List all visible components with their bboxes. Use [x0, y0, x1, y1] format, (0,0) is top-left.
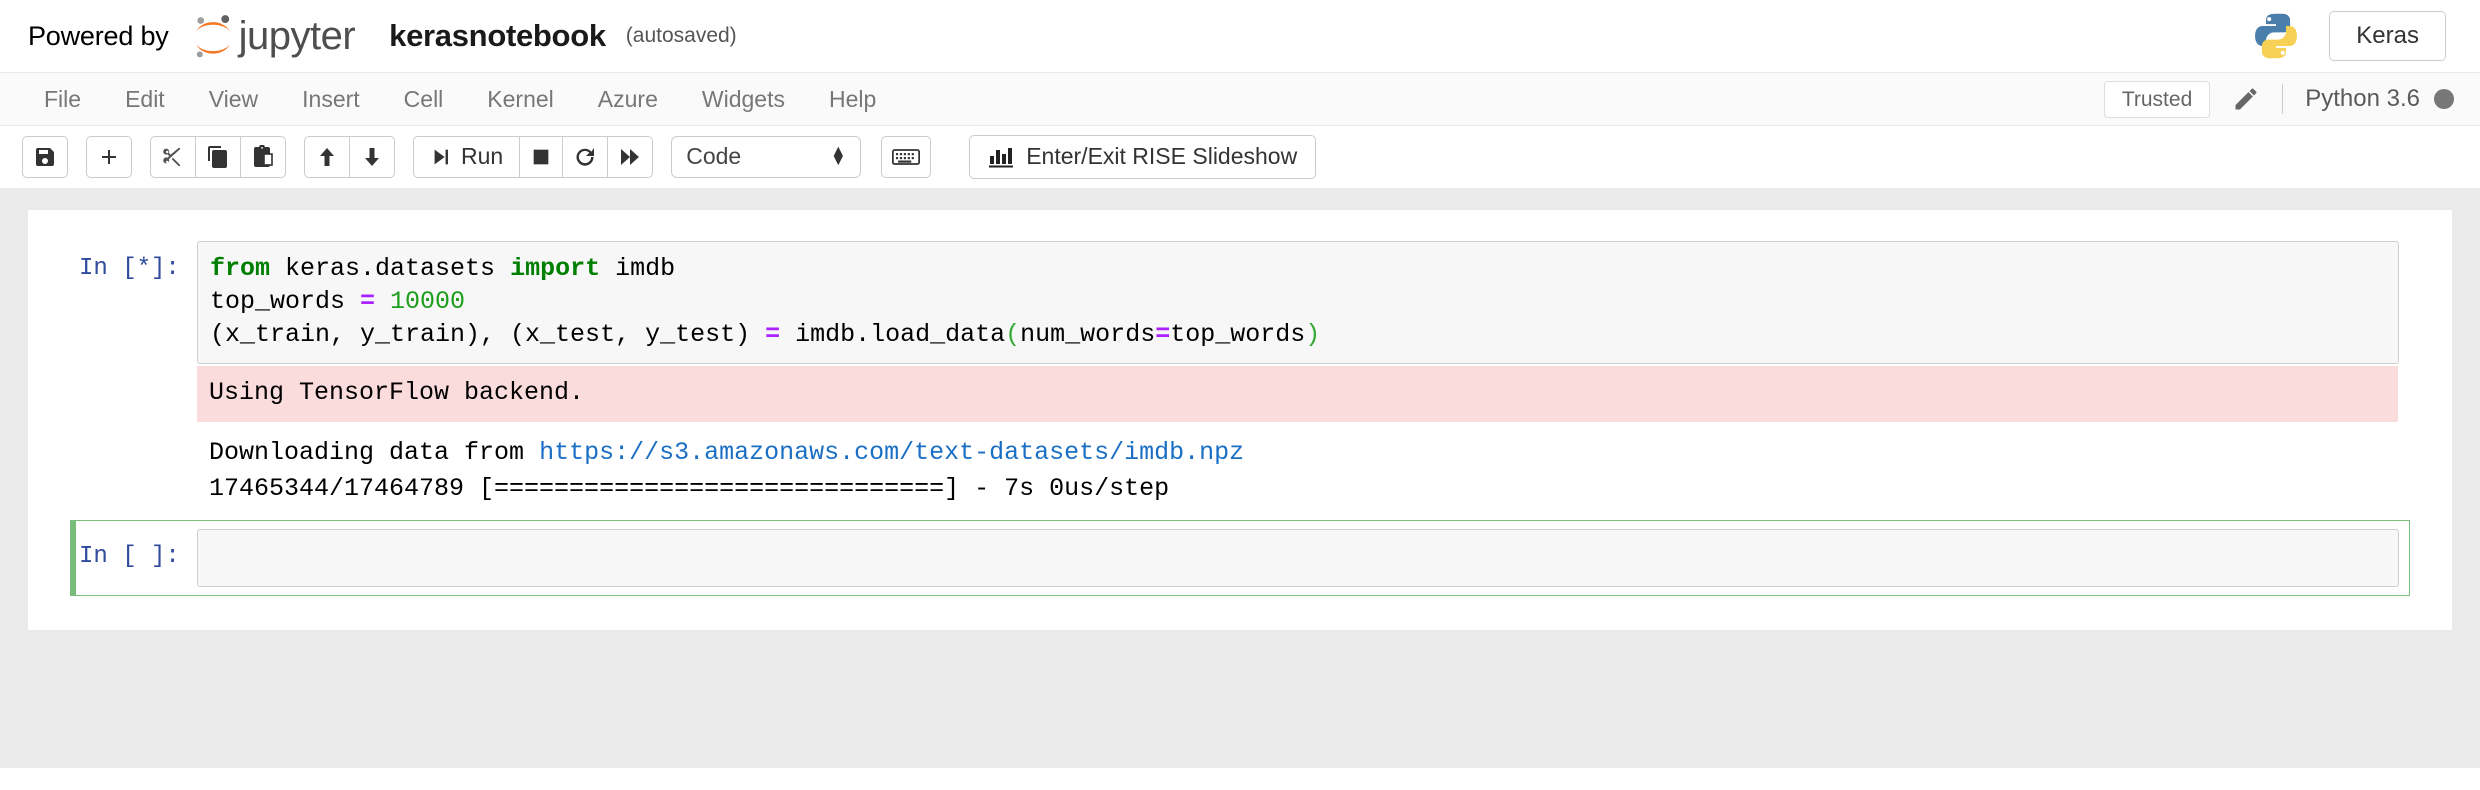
- paste-cell-button[interactable]: [240, 135, 286, 178]
- page-header: Powered by jupyter kerasnotebook (autosa…: [0, 0, 2480, 72]
- jupyter-notebook-page: Powered by jupyter kerasnotebook (autosa…: [0, 0, 2480, 790]
- interrupt-kernel-button[interactable]: [519, 135, 564, 178]
- code-var-top-words: top_words: [210, 287, 361, 316]
- kernel-name-label: Python 3.6: [2305, 85, 2420, 112]
- menu-item-help[interactable]: Help: [807, 80, 898, 119]
- kernel-select-button[interactable]: Keras: [2329, 11, 2446, 61]
- floppy-disk-icon: [36, 147, 54, 166]
- arrow-down-icon: [365, 147, 379, 166]
- rise-button-label: Enter/Exit RISE Slideshow: [1026, 143, 1298, 169]
- menu-item-azure[interactable]: Azure: [576, 80, 680, 119]
- copy-cell-button[interactable]: [195, 135, 241, 178]
- code-keyword-from: from: [210, 254, 271, 283]
- save-button[interactable]: [22, 135, 68, 178]
- notebook-title[interactable]: kerasnotebook: [389, 18, 606, 54]
- keyboard-icon: [892, 148, 921, 165]
- notebook-background: In [*]: from keras.datasets import imdb …: [0, 188, 2480, 768]
- pencil-icon: [2235, 88, 2257, 110]
- insert-cell-below-button[interactable]: [86, 135, 132, 178]
- powered-by-label: Powered by: [28, 20, 169, 51]
- bar-chart-icon: [989, 147, 1014, 167]
- fast-forward-icon: [621, 148, 640, 165]
- code-keyword-import: import: [510, 254, 601, 283]
- menu-item-kernel[interactable]: Kernel: [465, 80, 575, 119]
- jupyter-mark-icon: [195, 15, 230, 58]
- menu-item-insert[interactable]: Insert: [280, 80, 382, 119]
- code-assign-op-2: =: [765, 320, 781, 349]
- restart-kernel-button[interactable]: [562, 135, 609, 178]
- clipboard-group: [150, 135, 286, 178]
- cell-prompt-2: In [ ]:: [79, 543, 180, 570]
- code-line-3: (x_train, y_train), (x_test, y_test) = i…: [210, 318, 2386, 351]
- move-cell-up-button[interactable]: [304, 135, 350, 178]
- code-input-area-2[interactable]: [197, 529, 2399, 587]
- code-input-area-1[interactable]: from keras.datasets import imdb top_word…: [197, 241, 2399, 364]
- cell-type-value: Code: [686, 143, 742, 169]
- code-line-2: top_words = 10000: [210, 285, 2386, 318]
- chevron-updown-icon: ▲ ▼: [830, 142, 847, 170]
- code-close-paren: ): [1305, 320, 1321, 349]
- menu-item-widgets[interactable]: Widgets: [680, 80, 807, 119]
- plus-icon: [102, 149, 116, 164]
- cell-prompt-1: In [*]:: [79, 255, 180, 282]
- cell-type-select[interactable]: Code ▲ ▼: [671, 135, 862, 178]
- stderr-text: Using TensorFlow backend.: [209, 378, 585, 407]
- run-control-group: Run: [413, 135, 654, 178]
- restart-run-all-button[interactable]: [607, 135, 654, 178]
- code-number-10000: 10000: [375, 287, 466, 316]
- notebook-toolbar: Run Code ▲ ▼ Enter/Exit RISE Slideshow: [0, 126, 2480, 188]
- menu-item-edit[interactable]: Edit: [103, 80, 187, 119]
- run-button-label: Run: [461, 143, 504, 169]
- notebook-cell-2[interactable]: In [ ]:: [70, 520, 2410, 596]
- rise-slideshow-button[interactable]: Enter/Exit RISE Slideshow: [969, 134, 1317, 179]
- code-line-1: from keras.datasets import imdb: [210, 252, 2386, 285]
- cell-body-1: from keras.datasets import imdb top_word…: [197, 241, 2399, 511]
- move-cell-down-button[interactable]: [349, 135, 395, 178]
- scissors-icon: [163, 147, 180, 166]
- cell-output-stderr: Using TensorFlow backend.: [197, 366, 2398, 422]
- notebook-container: In [*]: from keras.datasets import imdb …: [28, 210, 2452, 630]
- stdout-download-prefix: Downloading data from: [209, 438, 540, 467]
- paste-icon: [254, 144, 273, 167]
- kernel-busy-circle-icon: [2434, 89, 2454, 109]
- save-group: [22, 135, 68, 178]
- code-open-paren: (: [1005, 320, 1021, 349]
- cell-body-2: [197, 529, 2399, 587]
- arrow-up-icon: [320, 147, 334, 166]
- menu-item-cell[interactable]: Cell: [382, 80, 466, 119]
- code-kwarg-value: top_words: [1170, 320, 1306, 349]
- autosave-status: (autosaved): [625, 24, 737, 47]
- menubar-divider: [2282, 84, 2284, 114]
- stdout-progress-line: 17465344/17464789 [=====================…: [209, 474, 1170, 503]
- menu-item-file[interactable]: File: [22, 80, 103, 119]
- python-logo-icon: [2255, 13, 2298, 59]
- code-kwarg-op: =: [1155, 320, 1171, 349]
- stdout-line-1: Downloading data from https://s3.amazona…: [209, 435, 2387, 471]
- code-import-name: imdb: [600, 254, 676, 283]
- copy-icon: [208, 145, 227, 168]
- cell-output-stdout: Downloading data from https://s3.amazona…: [197, 426, 2399, 511]
- trusted-badge[interactable]: Trusted: [2103, 80, 2211, 118]
- cut-cell-button[interactable]: [150, 135, 196, 178]
- keyboard-group: [881, 135, 932, 178]
- jupyter-wordmark: jupyter: [238, 14, 356, 58]
- code-call-loaddata: imdb.load_data: [780, 320, 1006, 349]
- edit-mode-indicator[interactable]: [2232, 85, 2260, 113]
- code-kwarg-name: num_words: [1020, 320, 1156, 349]
- command-palette-button[interactable]: [881, 135, 932, 178]
- notebook-cell-1[interactable]: In [*]: from keras.datasets import imdb …: [70, 232, 2410, 520]
- stop-square-icon: [533, 149, 549, 164]
- code-assign-op-1: =: [360, 287, 376, 316]
- menu-item-view[interactable]: View: [187, 80, 280, 119]
- menu-bar: File Edit View Insert Cell Kernel Azure …: [0, 72, 2480, 126]
- run-step-icon: [434, 149, 448, 164]
- run-cell-button[interactable]: Run: [413, 135, 521, 178]
- code-tuple-lhs: (x_train, y_train), (x_test, y_test): [210, 320, 766, 349]
- jupyter-logo[interactable]: jupyter: [189, 12, 356, 60]
- restart-circular-arrow-icon: [576, 147, 595, 166]
- insert-group: [86, 135, 132, 178]
- code-module-path: keras.datasets: [270, 254, 511, 283]
- move-group: [304, 135, 395, 178]
- dataset-url-link[interactable]: https://s3.amazonaws.com/text-datasets/i…: [539, 438, 1244, 467]
